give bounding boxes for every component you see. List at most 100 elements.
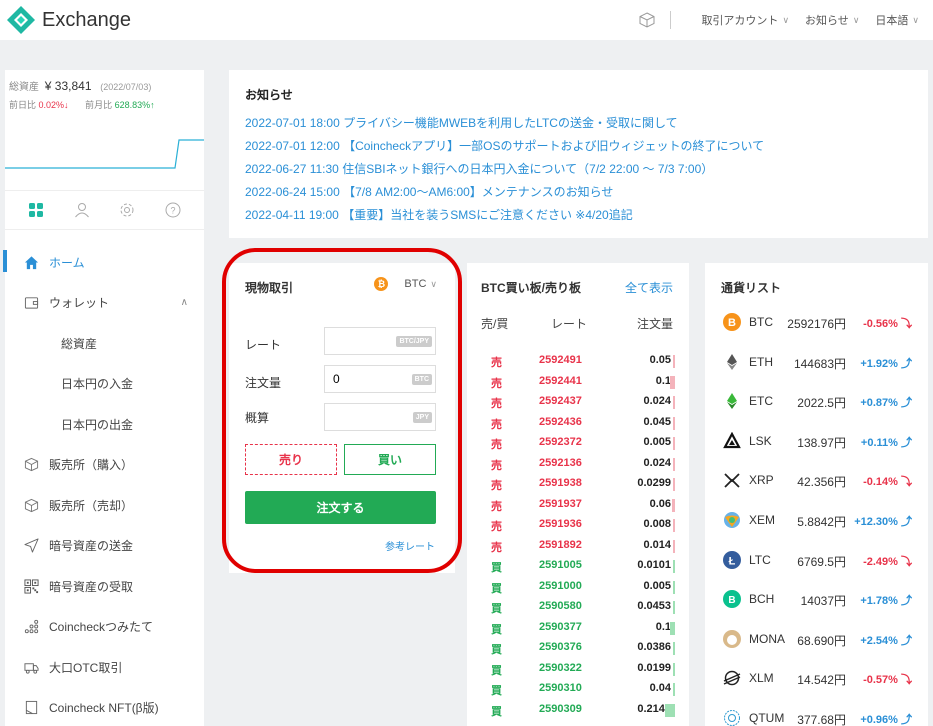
book-row[interactable]: 買 2590309 0.2147	[467, 700, 689, 721]
change-value: -0.14%	[863, 476, 898, 489]
logo[interactable]: Exchange	[6, 5, 131, 35]
estimate-unit: JPY	[412, 412, 432, 423]
nav-receive-crypto[interactable]: 暗号資産の受取	[5, 566, 204, 607]
book-amount: 0.024	[643, 395, 671, 407]
currency-row-bch[interactable]: B BCH 14037円 +1.78% ⤴	[705, 580, 928, 620]
menu-notices[interactable]: お知らせ ∨	[805, 12, 859, 28]
currency-row-lsk[interactable]: LSK 138.97円 +0.11% ⤴	[705, 422, 928, 462]
nav-label: 日本円の出金	[61, 417, 134, 432]
menu-language[interactable]: 日本語 ∨	[875, 12, 919, 28]
sell-button[interactable]: 売り	[245, 444, 337, 475]
chevron-down-icon: ∨	[430, 278, 437, 289]
svg-text:Ł: Ł	[729, 555, 736, 567]
news-title: お知らせ	[245, 88, 293, 102]
book-row[interactable]: 売 2592437 0.024	[467, 392, 689, 413]
book-row[interactable]: 売 2592372 0.005	[467, 433, 689, 454]
book-side: 売	[491, 357, 502, 369]
tab-dashboard[interactable]	[21, 195, 51, 225]
nav-wallet[interactable]: ウォレット ∧	[5, 283, 204, 324]
buy-button[interactable]: 買い	[344, 444, 436, 475]
place-order-button[interactable]: 注文する	[245, 491, 436, 524]
currency-row-eth[interactable]: ETH 144683円 +1.92% ⤴	[705, 343, 928, 383]
nav-tsumitate[interactable]: Coincheckつみたて	[5, 607, 204, 648]
book-row[interactable]: 売 2592136 0.024	[467, 454, 689, 475]
book-row[interactable]: 買 2590580 0.0453	[467, 597, 689, 618]
nav-jpy-deposit[interactable]: 日本円の入金	[5, 364, 204, 405]
book-side: 売	[491, 459, 502, 472]
logo-icon	[7, 6, 35, 34]
currency-change: +1.92% ⤴	[860, 355, 912, 371]
currency-row-xem[interactable]: XEM 5.8842円 +12.30% ⤴	[705, 501, 928, 541]
trend-arrow-icon: ⤴	[901, 713, 912, 726]
change-value: -2.49%	[863, 555, 898, 568]
news-item[interactable]: 2022-04-11 19:00 【重要】当社を装うSMSにご注意ください ※4…	[245, 204, 912, 227]
book-row[interactable]: 売 2592491 0.05	[467, 351, 689, 372]
svg-text:B: B	[728, 317, 736, 329]
book-row[interactable]: 買 2591000 0.005	[467, 577, 689, 598]
col-side: 売/買	[481, 317, 509, 331]
tab-account[interactable]	[67, 195, 97, 225]
news-item[interactable]: 2022-06-27 11:30 住信SBIネット銀行への日本円入金について（7…	[245, 158, 912, 181]
lsk-icon	[723, 431, 741, 450]
news-item[interactable]: 2022-07-01 12:00 【Coincheckアプリ】一部OSのサポート…	[245, 135, 912, 158]
book-row[interactable]: 売 2592436 0.045	[467, 413, 689, 434]
book-row[interactable]: 売 2591938 0.0299	[467, 474, 689, 495]
nav-shop-sell[interactable]: 販売所（売却）	[5, 485, 204, 526]
mona-icon	[723, 629, 741, 648]
book-row[interactable]: 買 2590377 0.1	[467, 618, 689, 639]
show-all-link[interactable]: 全て表示	[625, 279, 673, 296]
currency-price: 2592176円	[787, 317, 846, 331]
menu-label: 日本語	[875, 15, 909, 27]
currency-row-qtum[interactable]: QTUM 377.68円 +0.96% ⤴	[705, 699, 928, 726]
book-row[interactable]: 売 2591936 0.008	[467, 515, 689, 536]
trend-arrow-icon: ⤵	[901, 674, 912, 687]
currency-change: +1.78% ⤴	[860, 592, 912, 608]
trend-arrow-icon: ⤴	[901, 634, 912, 647]
nav-home[interactable]: ホーム	[3, 242, 204, 283]
news-item[interactable]: 2022-07-01 18:00 プライバシー機能MWEBを利用したLTCの送金…	[245, 112, 912, 135]
estimate-input[interactable]: JPY	[324, 403, 436, 431]
currency-row-xrp[interactable]: XRP 42.356円 -0.14% ⤵	[705, 461, 928, 501]
book-side: 売	[491, 500, 502, 513]
currency-symbol: ETH	[749, 354, 773, 369]
book-amount: 0.014	[643, 538, 671, 551]
xem-icon	[723, 511, 741, 529]
nav-label: ホーム	[49, 255, 85, 270]
sidebar-tabs: ?	[5, 190, 204, 230]
book-row[interactable]: 買 2590310 0.04	[467, 679, 689, 700]
book-rate: 2592372	[539, 436, 582, 448]
nav-total-assets[interactable]: 総資産	[5, 323, 204, 364]
book-row[interactable]: 買 2590376 0.0386	[467, 638, 689, 659]
nav-otc[interactable]: 大口OTC取引	[5, 647, 204, 688]
book-amount: 0.1	[655, 620, 671, 633]
tab-settings[interactable]	[112, 195, 142, 225]
book-side: 買	[491, 685, 502, 697]
chevron-down-icon: ∨	[852, 14, 860, 25]
book-amount: 0.0386	[637, 641, 671, 653]
book-row[interactable]: 買 2591005 0.0101	[467, 556, 689, 577]
trend-arrow-icon: ⤴	[901, 595, 912, 608]
nav-send-crypto[interactable]: 暗号資産の送金	[5, 526, 204, 567]
currency-row-ltc[interactable]: Ł LTC 6769.5円 -2.49% ⤵	[705, 541, 928, 581]
nav-shop-buy[interactable]: 販売所（購入）	[5, 445, 204, 486]
book-row[interactable]: 買 2590322 0.0199	[467, 659, 689, 680]
currency-row-btc[interactable]: B BTC 2592176円 -0.56% ⤵	[705, 303, 928, 343]
reference-rate-link[interactable]: 参考レート	[385, 538, 435, 553]
cube-icon[interactable]	[638, 11, 656, 29]
book-row[interactable]: 売 2591937 0.06	[467, 495, 689, 516]
nav-nft[interactable]: Coincheck NFT(β版)	[5, 688, 204, 726]
book-row[interactable]: 売 2592441 0.1	[467, 372, 689, 393]
book-row[interactable]: 売 2591892 0.014	[467, 536, 689, 557]
currency-row-xlm[interactable]: XLM 14.542円 -0.57% ⤵	[705, 659, 928, 699]
currency-row-mona[interactable]: MONA 68.690円 +2.54% ⤴	[705, 620, 928, 660]
book-rate: 2592136	[539, 456, 582, 469]
amount-input[interactable]: BTC	[324, 365, 436, 393]
tab-help[interactable]: ?	[158, 195, 188, 225]
news-item[interactable]: 2022-06-24 15:00 【7/8 AM2:00～AM6:00】メンテナ…	[245, 181, 912, 204]
book-depth-bar	[673, 457, 675, 471]
rate-input[interactable]: BTC/JPY	[324, 327, 436, 355]
menu-trade-account[interactable]: 取引アカウント ∨	[701, 12, 789, 28]
currency-row-etc[interactable]: ETC 2022.5円 +0.87% ⤴	[705, 382, 928, 422]
coin-selector[interactable]: ₿ BTC ∨	[374, 277, 437, 291]
nav-jpy-withdraw[interactable]: 日本円の出金	[5, 404, 204, 445]
